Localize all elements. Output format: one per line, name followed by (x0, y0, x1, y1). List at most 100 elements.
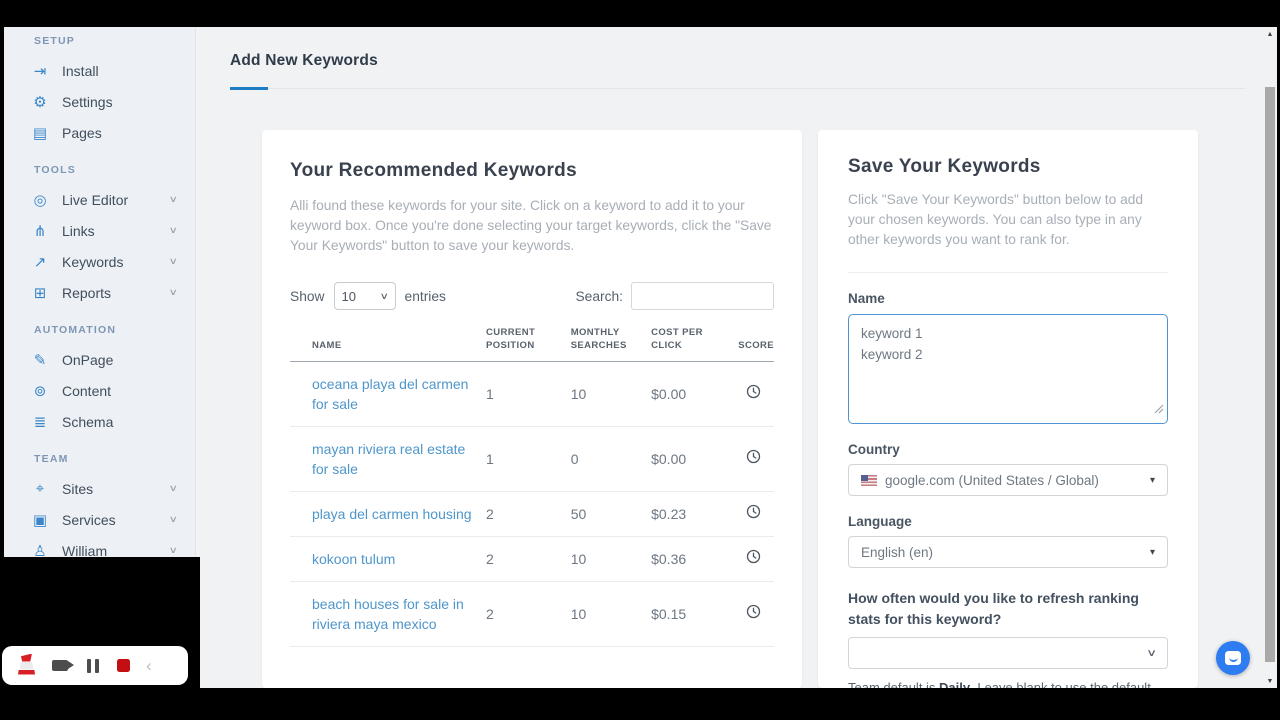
sidebar-item-pages[interactable]: ▤ Pages (4, 117, 195, 148)
save-keywords-card: Save Your Keywords Click "Save Your Keyw… (818, 130, 1198, 688)
keyword-link[interactable]: mayan riviera real estate for sale (312, 441, 465, 477)
sidebar-item-content[interactable]: ⊚ Content (4, 375, 195, 406)
current-position-cell: 2 (486, 582, 571, 647)
table-row-kokoon tulum: kokoon tulum 2 10 $0.36 (290, 537, 774, 582)
cost-per-click-cell: $0.00 (651, 362, 738, 427)
table-row-beach houses for sale in riviera maya mexico: beach houses for sale in riviera maya me… (290, 582, 774, 647)
us-flag-icon (861, 475, 877, 486)
sidebar-item-live-editor[interactable]: ◎ Live Editor ∨ (4, 184, 195, 215)
keyword-link[interactable]: oceana playa del carmen for sale (312, 376, 468, 412)
camera-icon[interactable] (52, 660, 68, 671)
cost-per-click-cell: $0.36 (651, 537, 738, 582)
sidebar-section-label: TEAM (34, 453, 195, 467)
chevron-down-icon: ∨ (380, 291, 389, 302)
cost-per-click-cell: $0.23 (651, 492, 738, 537)
country-group: Country google.com (United States / Glob… (848, 442, 1168, 496)
sidebar-item-icon: ⌖ (30, 480, 50, 497)
table-row-mayan riviera real estate for sale: mayan riviera real estate for sale 1 0 $… (290, 427, 774, 492)
sidebar-item-label: OnPage (62, 352, 177, 368)
sidebar-item-label: Settings (62, 94, 177, 110)
sidebar-section-label: SETUP (34, 35, 195, 49)
clock-icon (746, 451, 761, 467)
stop-button[interactable] (117, 659, 130, 672)
sidebar-item-icon: ⊚ (30, 382, 50, 400)
scroll-up-arrow-icon[interactable]: ▲ (1263, 31, 1277, 38)
chevron-down-icon (1146, 648, 1157, 659)
sidebar-section-tools: TOOLS ◎ Live Editor ∨ ⋔ Links ∨ ↗ Keywor… (4, 164, 195, 308)
language-select[interactable]: English (en) (848, 536, 1168, 568)
recording-toolbar (2, 646, 188, 685)
team-default-note: Team default is Daily. Leave blank to us… (848, 680, 1168, 688)
card-description: Click "Save Your Keywords" button below … (848, 190, 1168, 250)
refresh-select[interactable] (848, 637, 1168, 669)
sidebar-item-icon: ✎ (30, 351, 50, 369)
sidebar-item-links[interactable]: ⋔ Links ∨ (4, 215, 195, 246)
cost-per-click-cell: $0.15 (651, 582, 738, 647)
chevron-down-icon: ∨ (169, 194, 178, 205)
monthly-searches-cell: 50 (571, 492, 651, 537)
sidebar-item-sites[interactable]: ⌖ Sites ∨ (4, 473, 195, 504)
chat-launcher-button[interactable] (1216, 641, 1250, 675)
sidebar-item-icon: ≣ (30, 413, 50, 431)
sidebar-section-label: TOOLS (34, 164, 195, 178)
sidebar-item-icon: ▤ (30, 124, 50, 142)
current-position-cell: 2 (486, 537, 571, 582)
page-header: Add New Keywords (230, 52, 1245, 89)
score-cell (738, 427, 774, 492)
keyword-link[interactable]: kokoon tulum (312, 551, 395, 567)
country-select[interactable]: google.com (United States / Global) (848, 464, 1168, 496)
collapse-icon[interactable] (146, 657, 152, 674)
sidebar-item-label: Services (62, 512, 170, 528)
chevron-down-icon: ∨ (169, 514, 178, 525)
keyword-link[interactable]: beach houses for sale in riviera maya me… (312, 596, 464, 632)
header-accent-bar (230, 87, 268, 90)
sidebar-item-icon: ▣ (30, 511, 50, 529)
sidebar-item-icon: ⚙ (30, 93, 50, 111)
entries-select[interactable]: 10 ∨ (334, 282, 396, 310)
table-controls: Show 10 ∨ entries Search: (290, 282, 774, 310)
note-bold: Daily (939, 680, 970, 688)
table-row-oceana playa del carmen for sale: oceana playa del carmen for sale 1 10 $0… (290, 362, 774, 427)
clock-icon (746, 386, 761, 402)
current-position-cell: 2 (486, 492, 571, 537)
video-frame: SETUP ⇥ Install ⚙ Settings ▤ Pages (0, 0, 1280, 720)
sidebar-item-onpage[interactable]: ✎ OnPage (4, 344, 195, 375)
clock-icon (746, 506, 761, 522)
pause-button[interactable] (87, 659, 99, 673)
current-position-cell: 1 (486, 362, 571, 427)
refresh-question: How often would you like to refresh rank… (848, 588, 1158, 630)
note-text: Team default is (848, 680, 939, 688)
sidebar-item-label: Live Editor (62, 192, 170, 208)
scrollbar: ▲ ▼ (1263, 27, 1277, 688)
language-group: Language English (en) (848, 514, 1168, 568)
scroll-down-arrow-icon[interactable]: ▼ (1263, 678, 1277, 685)
keyword-link[interactable]: playa del carmen housing (312, 506, 472, 522)
sidebar-item-schema[interactable]: ≣ Schema (4, 406, 195, 437)
search-input[interactable] (631, 282, 774, 310)
sidebar-item-install[interactable]: ⇥ Install (4, 55, 195, 86)
sidebar-item-settings[interactable]: ⚙ Settings (4, 86, 195, 117)
recommended-keywords-card: Your Recommended Keywords Alli found the… (262, 130, 802, 688)
sidebar-item-reports[interactable]: ⊞ Reports ∨ (4, 277, 195, 308)
chevron-down-icon: ∨ (169, 483, 178, 494)
country-select-value: google.com (United States / Global) (885, 473, 1099, 488)
language-select-value: English (en) (861, 545, 933, 560)
keywords-textarea[interactable]: keyword 1 keyword 2 (848, 314, 1168, 424)
sidebar-item-services[interactable]: ▣ Services ∨ (4, 504, 195, 535)
sidebar-item-icon: ⊞ (30, 284, 50, 302)
sidebar-section-setup: SETUP ⇥ Install ⚙ Settings ▤ Pages (4, 35, 195, 148)
sidebar-item-label: Links (62, 223, 170, 239)
name-field-wrap: keyword 1 keyword 2 (848, 314, 1168, 424)
chevron-down-icon: ∨ (169, 225, 178, 236)
score-cell (738, 582, 774, 647)
cost-per-click-cell: $0.00 (651, 427, 738, 492)
language-label: Language (848, 514, 1168, 529)
sidebar-item-label: Content (62, 383, 177, 399)
sidebar-item-keywords[interactable]: ↗ Keywords ∨ (4, 246, 195, 277)
sidebar-section-automation: AUTOMATION ✎ OnPage ⊚ Content ≣ Schema (4, 324, 195, 437)
score-cell (738, 492, 774, 537)
sidebar-item-label: Sites (62, 481, 170, 497)
scrollbar-thumb[interactable] (1265, 87, 1275, 662)
sidebar-item-label: Pages (62, 125, 177, 141)
clock-icon (746, 551, 761, 567)
